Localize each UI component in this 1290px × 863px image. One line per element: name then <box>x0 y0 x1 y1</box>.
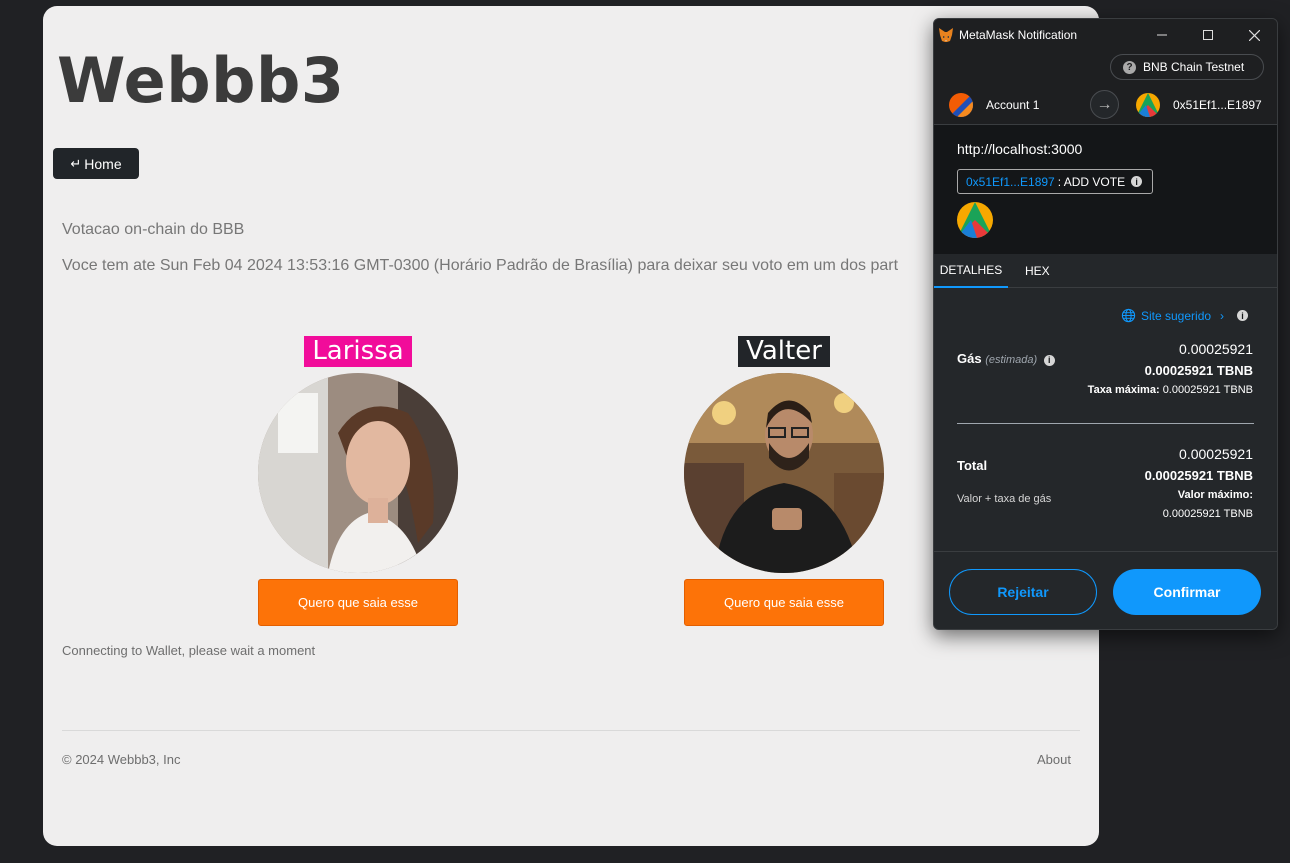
footer-copyright: © 2024 Webbb3, Inc <box>62 752 181 767</box>
transaction-details: Site sugerido › i Gás (estimada) i 0.000… <box>934 288 1277 550</box>
network-row: ? BNB Chain Testnet <box>934 51 1277 84</box>
total-value-token: 0.00025921 TBNB <box>1144 468 1253 483</box>
minimize-icon[interactable] <box>1139 19 1185 51</box>
details-tabs: DETALHES HEX <box>934 254 1277 288</box>
from-account-name: Account 1 <box>986 98 1040 112</box>
site-title: Webbb3 <box>57 44 345 117</box>
vote-button[interactable]: Quero que saia esse <box>258 579 458 626</box>
total-values: 0.00025921 0.00025921 TBNB Valor máximo:… <box>1145 446 1253 520</box>
recipient-address[interactable]: 0x51Ef1...E1897 <box>1173 98 1262 112</box>
method-name: : ADD VOTE <box>1057 174 1126 189</box>
contract-method-pill: 0x51Ef1...E1897 : ADD VOTE i <box>957 169 1153 194</box>
window-title: MetaMask Notification <box>959 28 1078 42</box>
network-name: BNB Chain Testnet <box>1143 60 1245 74</box>
action-footer: Rejeitar Confirmar <box>934 551 1277 629</box>
close-icon[interactable] <box>1231 19 1277 51</box>
deadline-text: Voce tem ate Sun Feb 04 2024 13:53:16 GM… <box>62 257 899 274</box>
globe-icon <box>1121 308 1136 323</box>
tab-details[interactable]: DETALHES <box>934 254 1008 288</box>
info-icon[interactable]: i <box>1043 354 1055 366</box>
total-label: Total <box>957 458 988 473</box>
return-icon: ↵ <box>70 155 82 171</box>
gas-label: Gás (estimada) i <box>957 351 1055 366</box>
metamask-fox-icon <box>939 28 953 42</box>
gas-max-value: 0.00025921 TBNB <box>1162 384 1253 396</box>
metamask-window: MetaMask Notification ? BNB Chain Testne… <box>933 18 1278 630</box>
vote-button[interactable]: Quero que saia esse <box>684 579 884 626</box>
gas-value-token: 0.00025921 TBNB <box>1144 363 1253 378</box>
gas-value: 0.00025921 <box>1179 341 1253 357</box>
home-button-label: Home <box>84 155 122 172</box>
gas-max-fee: Taxa máxima: 0.00025921 TBNB <box>1088 384 1253 396</box>
gas-values: 0.00025921 0.00025921 TBNB Taxa máxima: … <box>1088 341 1253 396</box>
footer-divider <box>62 730 1080 731</box>
home-button[interactable]: ↵ Home <box>53 148 139 179</box>
gas-title: Gás <box>957 351 982 366</box>
candidate-name: Larissa <box>304 336 412 367</box>
origin-panel: http://localhost:3000 0x51Ef1...E1897 : … <box>934 125 1277 254</box>
candidate-photo <box>258 373 458 573</box>
wallet-status: Connecting to Wallet, please wait a mome… <box>62 643 316 658</box>
chevron-right-icon: › <box>1220 308 1225 323</box>
window-titlebar[interactable]: MetaMask Notification <box>934 19 1277 51</box>
gas-estimated: (estimada) <box>985 354 1038 366</box>
question-icon: ? <box>1123 60 1136 74</box>
contract-address[interactable]: 0x51Ef1...E1897 <box>966 175 1055 189</box>
network-selector[interactable]: ? BNB Chain Testnet <box>1110 54 1264 80</box>
info-icon[interactable]: i <box>1237 310 1249 321</box>
origin-url: http://localhost:3000 <box>957 141 1083 157</box>
tab-hex[interactable]: HEX <box>1008 254 1067 288</box>
page-description: Votacao on-chain do BBB <box>62 221 245 238</box>
info-icon[interactable]: i <box>1131 176 1143 187</box>
candidate-card: Valter Quero que saia esse <box>684 336 884 626</box>
suggested-site-label: Site sugerido <box>1141 308 1212 323</box>
total-value: 0.00025921 <box>1179 446 1253 462</box>
total-sublabel: Valor + taxa de gás <box>957 493 1052 505</box>
details-divider <box>957 423 1254 424</box>
about-link[interactable]: About <box>1037 752 1071 767</box>
candidate-photo <box>684 373 884 573</box>
candidate-card: Larissa Quero que saia esse <box>258 336 458 626</box>
maximize-icon[interactable] <box>1185 19 1231 51</box>
recipient-avatar <box>1136 93 1160 117</box>
confirm-button[interactable]: Confirmar <box>1113 569 1261 615</box>
contract-avatar <box>957 202 993 238</box>
candidate-name: Valter <box>738 336 830 367</box>
total-max-value: 0.00025921 TBNB <box>1162 508 1253 520</box>
gas-max-label: Taxa máxima: <box>1087 384 1160 396</box>
account-avatar <box>949 93 973 117</box>
reject-button[interactable]: Rejeitar <box>949 569 1097 615</box>
arrow-right-icon: → <box>1090 90 1119 119</box>
account-row: Account 1 → 0x51Ef1...E1897 <box>934 84 1277 125</box>
total-max-label: Valor máximo: <box>1177 489 1253 501</box>
suggested-site-link[interactable]: Site sugerido › i <box>1121 308 1249 323</box>
